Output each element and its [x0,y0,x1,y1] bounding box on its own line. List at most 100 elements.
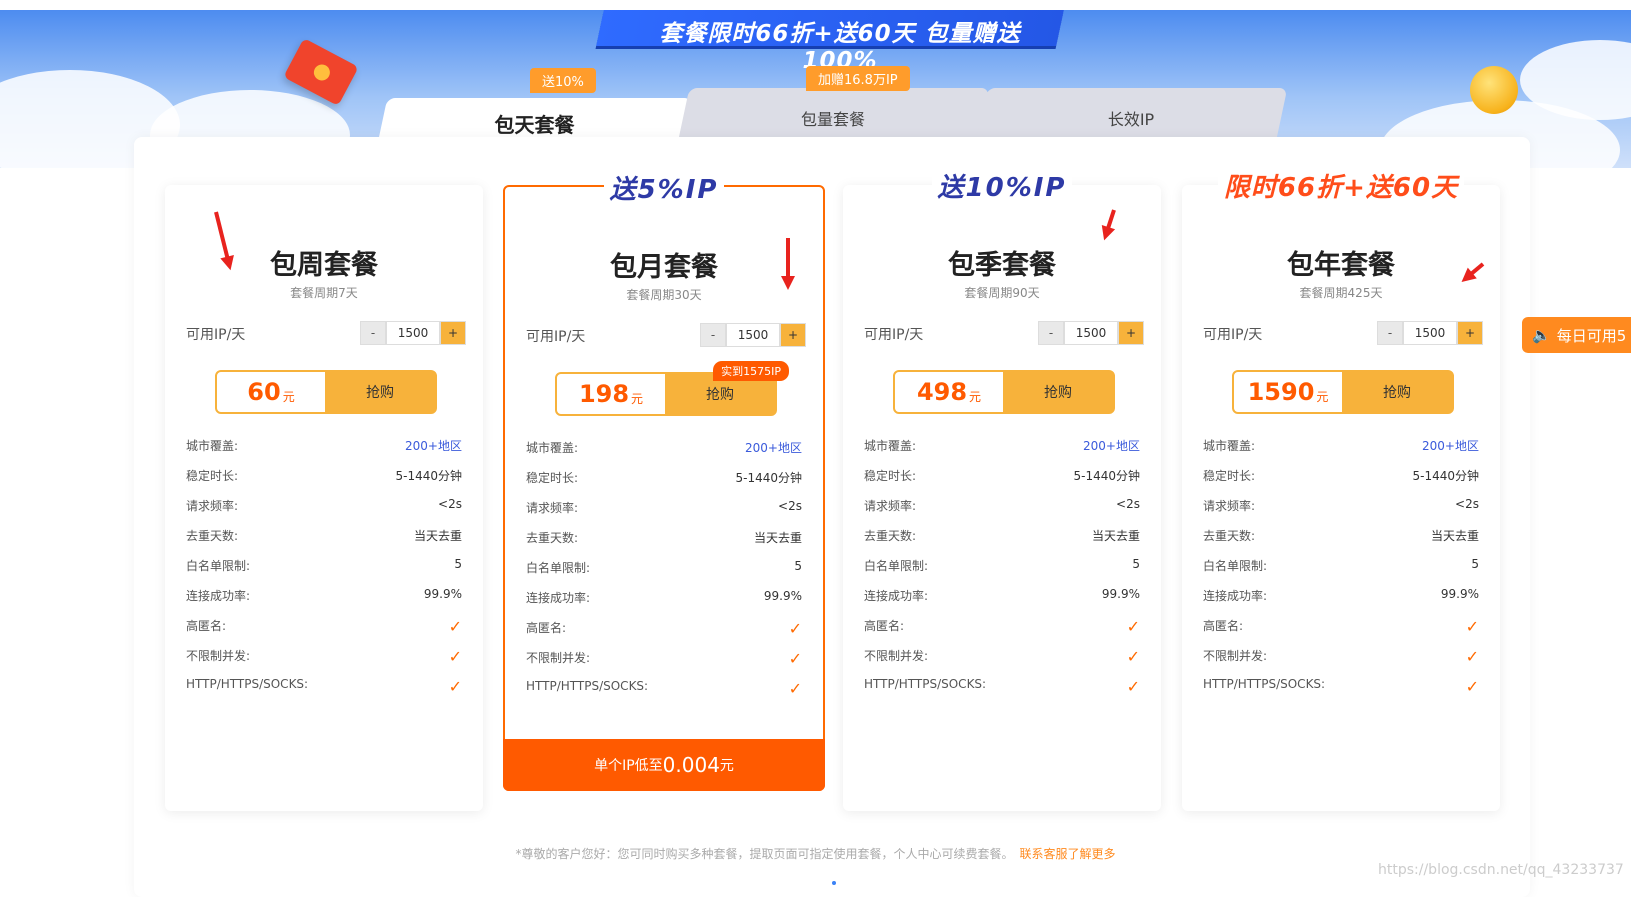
tab-label: 长效IP [1107,110,1155,129]
actual-ip-badge: 实到1575IP [713,361,789,381]
tab-badge: 送10% [530,68,596,93]
daily-available-side-button[interactable]: 🔈 每日可用5 [1522,317,1631,353]
check-icon: ✓ [788,619,802,638]
feature-row-success: 连接成功率: 99.9% [864,587,1140,603]
price: 60 元 [217,372,325,412]
card-title: 包季套餐 [948,250,1056,281]
unit-price-footer: 单个IP低至 0.004 元 [503,739,825,791]
feature-row-dedup: 去重天数: 当天去重 [186,529,462,543]
feature-row-duration: 稳定时长: 5-1440分钟 [186,469,462,483]
check-icon: ✓ [1126,677,1140,696]
feature-row-whitelist: 白名单限制: 5 [186,557,462,573]
feature-row-anonymous: 高匿名: ✓ [864,617,1140,636]
card-title: 包月套餐 [610,252,718,283]
quantity-input[interactable]: 1500 [726,323,780,347]
decrement-button[interactable]: - [1377,321,1403,345]
feature-row-whitelist: 白名单限制: 5 [864,557,1140,573]
check-icon: ✓ [448,617,462,636]
feature-row-success: 连接成功率: 99.9% [526,589,802,605]
feature-row-success: 连接成功率: 99.9% [186,587,462,603]
watermark: https://blog.csdn.net/qq_43233737 [1378,862,1624,878]
package-card-yearly: 限时66折+送60天 包年套餐 套餐周期425天 可用IP/天 - 1500 +… [1182,173,1500,811]
card-title: 包周套餐 [270,250,378,281]
feature-row-city: 城市覆盖: 200+地区 [526,441,802,455]
promo-label: 送5%IP [505,169,823,206]
increment-button[interactable]: + [440,321,466,345]
check-icon: ✓ [448,677,462,696]
card-title: 包年套餐 [1287,250,1395,281]
footer-note-text: *尊敬的客户您好：您可同时购买多种套餐，提取页面可指定使用套餐，个人中心可续费套… [515,847,1014,861]
buy-button[interactable]: 抢购 [325,372,435,412]
feature-row-protocols: HTTP/HTTPS/SOCKS: ✓ [1203,677,1479,696]
feature-row-anonymous: 高匿名: ✓ [1203,617,1479,636]
quantity-stepper: - 1500 + [1377,321,1483,345]
price-buy-group: 198 元 抢购 实到1575IP [555,361,789,416]
card-period: 套餐周期30天 [626,288,702,302]
ip-per-day-label: 可用IP/天 [186,327,246,343]
price-buy-group: 60 元 抢购 [215,370,437,414]
card-period: 套餐周期425天 [1299,286,1383,300]
contact-support-link[interactable]: 联系客服了解更多 [1020,847,1116,861]
feature-row-protocols: HTTP/HTTPS/SOCKS: ✓ [864,677,1140,696]
check-icon: ✓ [788,649,802,668]
check-icon: ✓ [1465,647,1479,666]
tab-label: 包量套餐 [800,110,865,129]
tab-label: 包天套餐 [494,112,575,137]
feature-row-concurrency: 不限制并发: ✓ [186,647,462,666]
check-icon: ✓ [1465,677,1479,696]
package-card-monthly: 送5%IP 包月套餐 套餐周期30天 可用IP/天 - 1500 + 198 元 … [503,175,825,791]
annotation-arrow [781,238,795,290]
card-period: 套餐周期90天 [964,286,1040,300]
side-button-label: 每日可用5 [1556,326,1627,345]
buy-button[interactable]: 抢购 [1003,372,1113,412]
check-icon: ✓ [1465,617,1479,636]
feature-row-success: 连接成功率: 99.9% [1203,587,1479,603]
feature-row-concurrency: 不限制并发: ✓ [864,647,1140,666]
price-buy-group: 1590 元 抢购 [1232,370,1454,414]
speaker-icon: 🔈 [1532,326,1551,344]
quantity-input[interactable]: 1500 [1064,321,1118,345]
quantity-stepper: - 1500 + [360,321,466,345]
decrement-button[interactable]: - [1038,321,1064,345]
price: 498 元 [895,372,1003,412]
feature-row-frequency: 请求频率: <2s [526,499,802,515]
feature-row-frequency: 请求频率: <2s [186,497,462,513]
tab-badge: 加赠16.8万IP [806,66,910,91]
increment-button[interactable]: + [780,323,806,347]
feature-row-anonymous: 高匿名: ✓ [186,617,462,636]
quantity-stepper: - 1500 + [1038,321,1144,345]
gold-coin-icon [1470,66,1518,114]
feature-row-concurrency: 不限制并发: ✓ [526,649,802,668]
ip-per-day-label: 可用IP/天 [1203,327,1263,343]
check-icon: ✓ [1126,647,1140,666]
price: 198 元 [557,374,665,414]
feature-row-concurrency: 不限制并发: ✓ [1203,647,1479,666]
check-icon: ✓ [788,679,802,698]
feature-row-whitelist: 白名单限制: 5 [1203,557,1479,573]
decrement-button[interactable]: - [360,321,386,345]
feature-row-dedup: 去重天数: 当天去重 [1203,529,1479,543]
quantity-input[interactable]: 1500 [386,321,440,345]
buy-button[interactable]: 抢购 [1342,372,1452,412]
feature-row-protocols: HTTP/HTTPS/SOCKS: ✓ [186,677,462,696]
feature-row-protocols: HTTP/HTTPS/SOCKS: ✓ [526,679,802,698]
carousel-dot[interactable] [832,881,836,885]
feature-row-duration: 稳定时长: 5-1440分钟 [864,469,1140,483]
feature-row-duration: 稳定时长: 5-1440分钟 [526,471,802,485]
feature-row-city: 城市覆盖: 200+地区 [1203,439,1479,453]
quantity-input[interactable]: 1500 [1403,321,1457,345]
feature-row-whitelist: 白名单限制: 5 [526,559,802,575]
decrement-button[interactable]: - [700,323,726,347]
increment-button[interactable]: + [1457,321,1483,345]
check-icon: ✓ [1126,617,1140,636]
card-period: 套餐周期7天 [290,286,358,300]
feature-row-frequency: 请求频率: <2s [1203,497,1479,513]
promo-label: 送10%IP [843,167,1161,204]
price-buy-group: 498 元 抢购 [893,370,1115,414]
footer-note: *尊敬的客户您好：您可同时购买多种套餐，提取页面可指定使用套餐，个人中心可续费套… [0,845,1631,862]
increment-button[interactable]: + [1118,321,1144,345]
ip-per-day-label: 可用IP/天 [526,329,586,345]
feature-row-duration: 稳定时长: 5-1440分钟 [1203,469,1479,483]
feature-row-dedup: 去重天数: 当天去重 [864,529,1140,543]
feature-row-city: 城市覆盖: 200+地区 [186,439,462,453]
